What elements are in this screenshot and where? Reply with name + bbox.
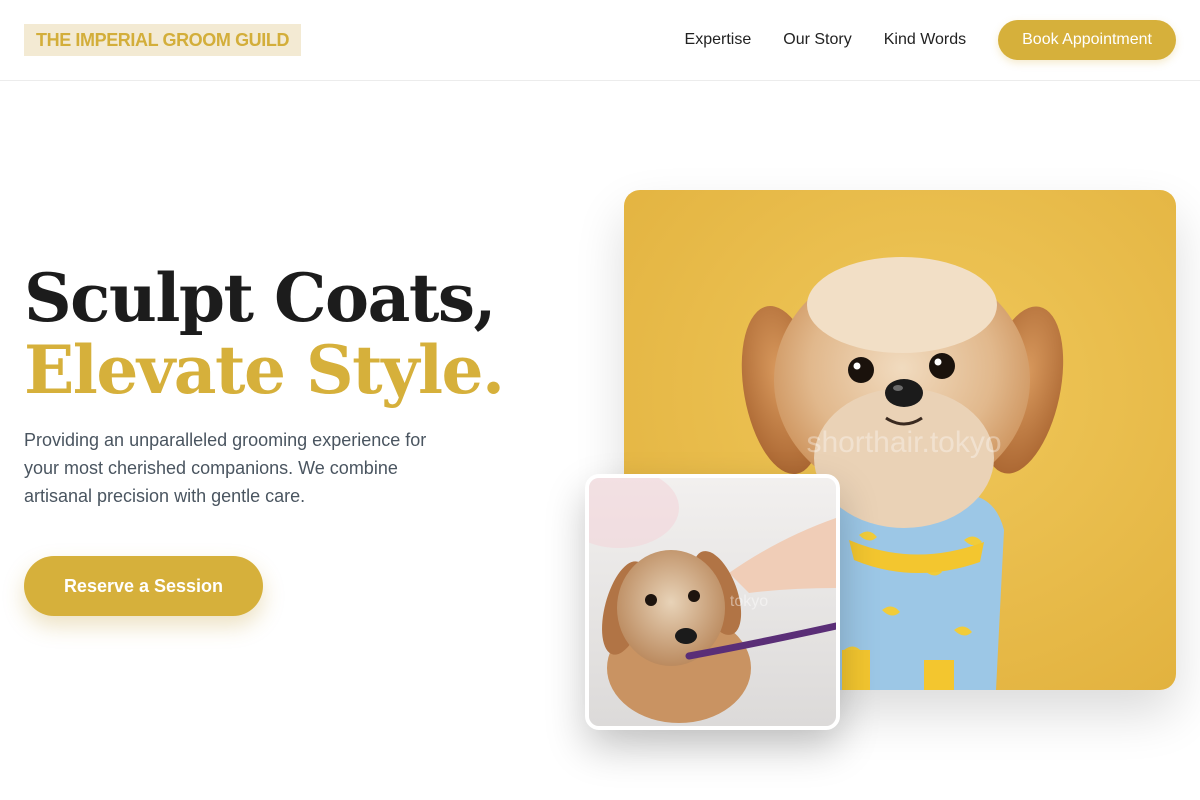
- small-photo-watermark: tokyo: [730, 593, 768, 610]
- main-photo-watermark: shorthair.tokyo: [806, 426, 1001, 459]
- nav-link-expertise[interactable]: Expertise: [685, 31, 752, 49]
- top-navigation: THE IMPERIAL GROOM GUILD Expertise Our S…: [0, 0, 1200, 81]
- nav-link-our-story[interactable]: Our Story: [783, 31, 851, 49]
- hero-headline: Sculpt Coats, Elevate Style.: [24, 259, 505, 409]
- nav-link-kind-words[interactable]: Kind Words: [884, 31, 966, 49]
- nav-menu: Expertise Our Story Kind Words Book Appo…: [685, 20, 1176, 60]
- headline-line-1: Sculpt Coats,: [24, 259, 496, 337]
- reserve-session-button[interactable]: Reserve a Session: [24, 556, 263, 616]
- hero-text-block: Sculpt Coats, Elevate Style. Providing a…: [24, 259, 505, 510]
- secondary-dog-photo: tokyo: [585, 474, 840, 730]
- brand-logo[interactable]: THE IMPERIAL GROOM GUILD: [24, 24, 302, 56]
- book-appointment-button[interactable]: Book Appointment: [998, 20, 1176, 60]
- wet-dog-illustration: tokyo: [589, 478, 836, 726]
- headline-line-2: Elevate Style.: [24, 331, 505, 409]
- hero-subtitle: Providing an unparalleled grooming exper…: [24, 430, 427, 506]
